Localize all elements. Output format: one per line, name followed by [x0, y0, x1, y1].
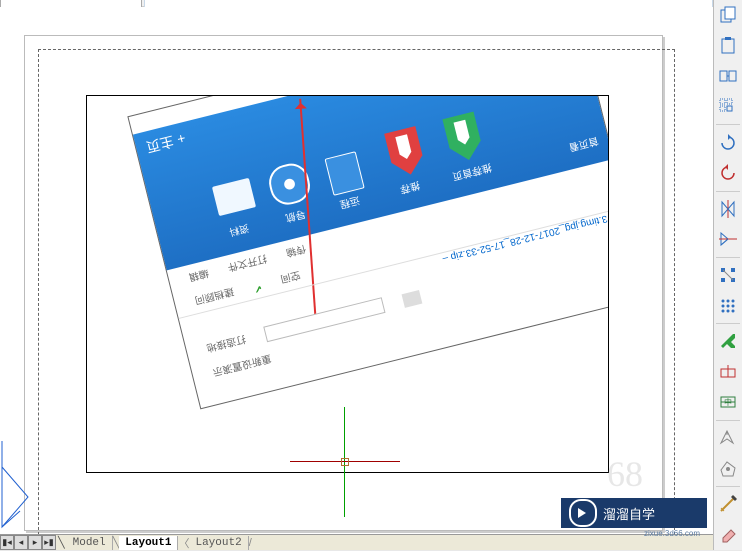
shield-label: 运程 — [339, 194, 362, 213]
copy-icon[interactable] — [714, 2, 742, 29]
flag-icon-red — [380, 125, 430, 181]
tab-layout2[interactable]: Layout2 — [189, 536, 248, 550]
right-label: 首页看 — [568, 134, 601, 156]
brand-text: 溜溜自学 — [603, 504, 655, 523]
flag-icon-green — [439, 111, 489, 167]
tab-c: 传输 — [285, 242, 308, 261]
tab-a: 编辑 — [188, 267, 211, 286]
inserted-image: 3.timg.jpg_2017-12-28_17-52-33.zip - ...… — [127, 95, 609, 409]
extend-icon[interactable]: 中 — [714, 389, 742, 416]
dropdown-button — [402, 290, 423, 308]
explode-icon[interactable] — [714, 359, 742, 386]
watermark-number: 68 — [607, 453, 643, 495]
offset-icon[interactable] — [714, 292, 742, 319]
input-label: 打造接地 — [205, 332, 248, 357]
panel-plus-label: + 主页 — [144, 128, 188, 157]
brand-logo-overlay: 溜溜自学 — [561, 498, 707, 528]
array-icon[interactable] — [714, 94, 742, 121]
nav-check-icon: ✔ — [252, 278, 264, 295]
mirror-h-icon[interactable] — [714, 226, 742, 253]
tab-nav-prev[interactable]: ◂ — [14, 535, 28, 550]
pan-icon[interactable] — [714, 455, 742, 482]
tab-model[interactable]: Model — [67, 536, 113, 550]
eraser-icon[interactable] — [714, 522, 742, 549]
stretch-icon[interactable] — [714, 63, 742, 90]
align-icon[interactable] — [714, 262, 742, 289]
rotate-ccw-icon[interactable] — [714, 160, 742, 187]
rotate-cw-icon[interactable] — [714, 129, 742, 156]
paste-icon[interactable] — [714, 33, 742, 60]
brand-sub: zixue.3d66.com — [644, 529, 700, 538]
ucs-tool-icon[interactable] — [714, 425, 742, 452]
mirror-v-icon[interactable] — [714, 196, 742, 223]
title-bar — [0, 0, 713, 7]
measure-icon[interactable] — [714, 491, 742, 518]
folder-icon — [212, 178, 256, 216]
crosshair-cursor — [290, 407, 400, 517]
folder-label: 资料 — [228, 221, 251, 240]
tab-nav-first[interactable]: ▮◂ — [0, 535, 14, 550]
tab-layout1[interactable]: Layout1 — [119, 536, 178, 550]
modify-toolbar: 中 — [713, 0, 742, 550]
play-icon — [569, 499, 597, 527]
tab-nav-next[interactable]: ▸ — [28, 535, 42, 550]
paper-space-canvas[interactable]: 3.timg.jpg_2017-12-28_17-52-33.zip - ...… — [0, 7, 713, 535]
trim-icon[interactable] — [714, 328, 742, 355]
nav-b: 空间 — [279, 268, 302, 287]
flag-red-label: 推荐 — [399, 179, 422, 198]
svg-text:中: 中 — [724, 397, 732, 407]
layout-tab-strip: ▮◂ ◂ ▸ ▸▮ ╲ Model ╲ Layout1 〈 Layout2 / — [0, 534, 713, 550]
nav-a: 建档顾问 — [193, 285, 235, 309]
ucs-icon — [0, 439, 30, 529]
compass-label: 导航 — [284, 207, 307, 226]
tab-nav-last[interactable]: ▸▮ — [42, 535, 56, 550]
shield-icon — [324, 151, 364, 196]
